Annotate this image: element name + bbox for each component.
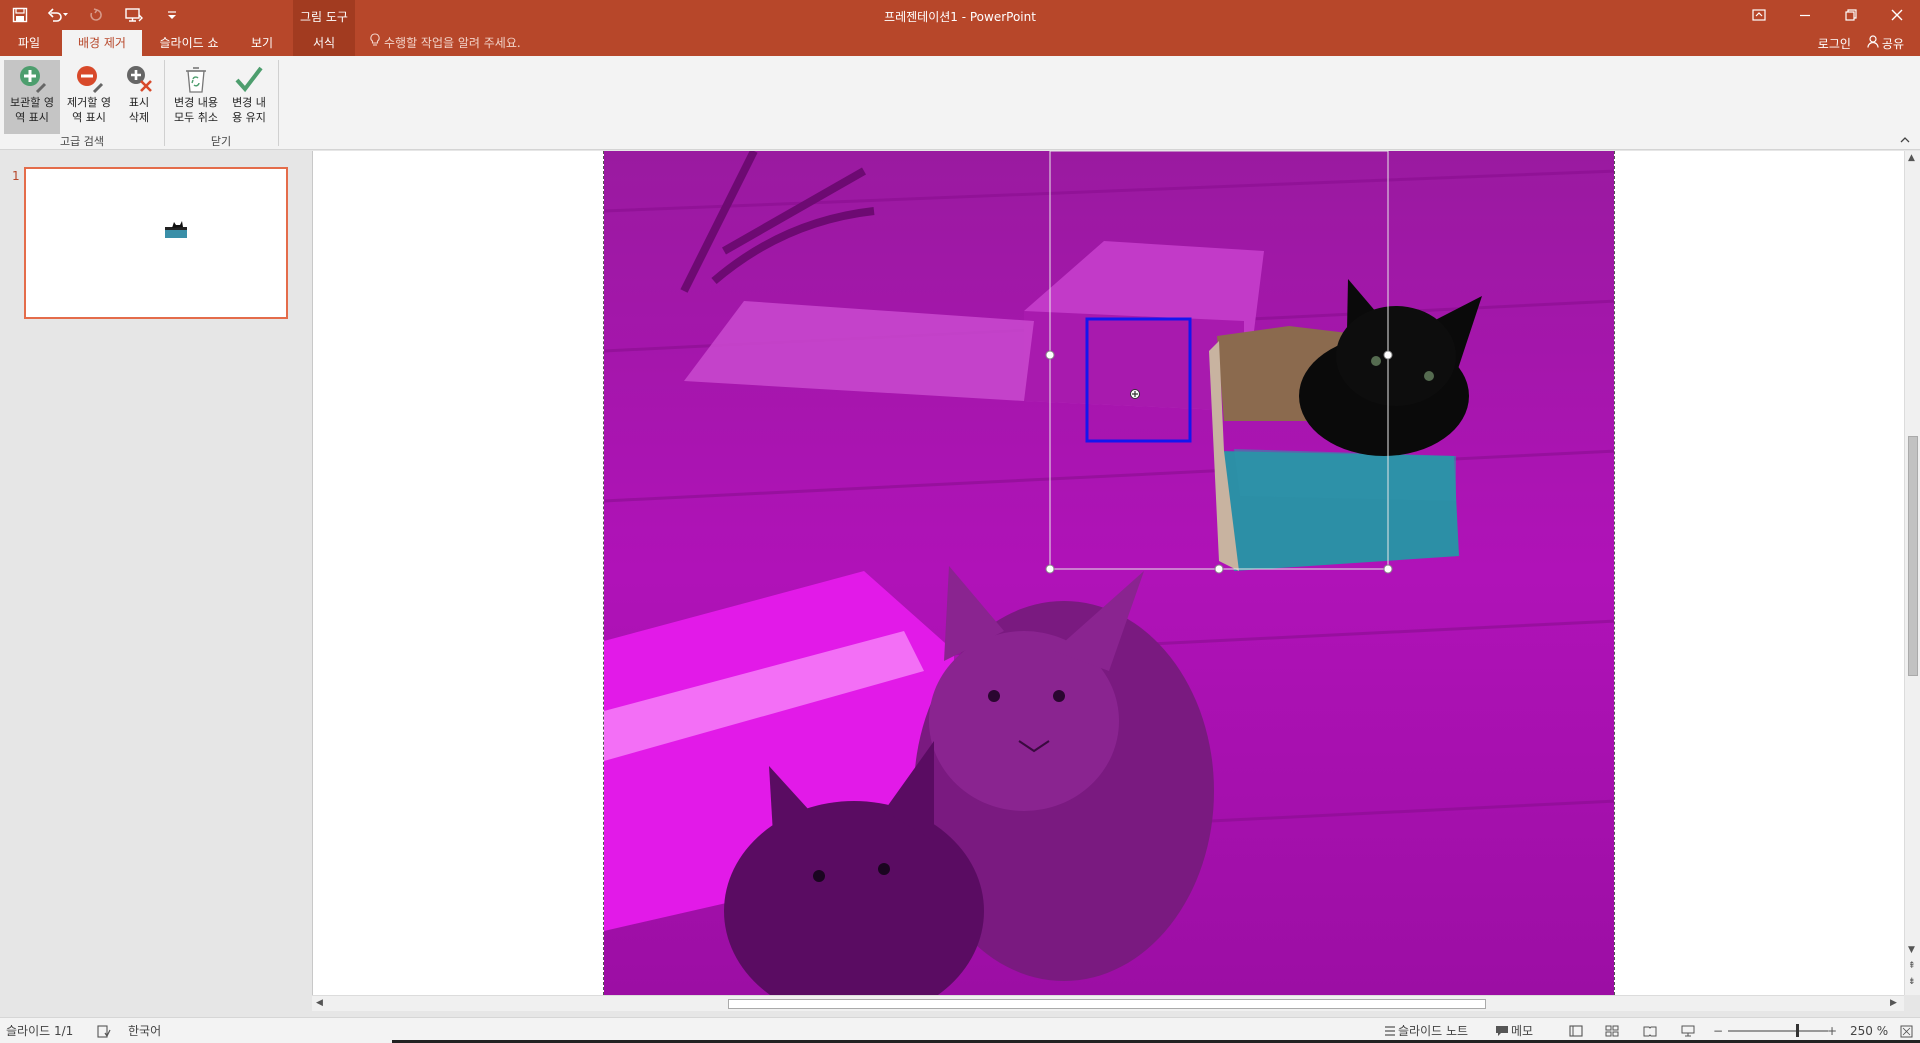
discard-all-changes-button[interactable]: 변경 내용 모두 취소 xyxy=(168,60,224,134)
label-line-1: 변경 내용 xyxy=(174,96,218,109)
scroll-left-icon[interactable]: ◀ xyxy=(316,998,323,1008)
checkmark-icon xyxy=(233,63,265,95)
slide-number: 1 xyxy=(12,169,20,183)
scroll-up-icon[interactable]: ▲ xyxy=(1908,153,1915,163)
cats-photo xyxy=(604,151,1614,995)
undo-icon[interactable] xyxy=(46,3,70,27)
mark-areas-to-keep-button[interactable]: 보관할 영 역 표시 xyxy=(4,60,60,134)
scroll-right-icon[interactable]: ▶ xyxy=(1890,998,1897,1008)
picture-tools-label: 그림 도구 xyxy=(300,10,348,24)
previous-slide-icon[interactable]: ⇞ xyxy=(1908,961,1916,971)
comments-button[interactable]: 메모 xyxy=(1511,1023,1533,1039)
collapse-ribbon-icon[interactable] xyxy=(1900,134,1910,147)
ribbon: 보관할 영 역 표시 제거할 영 역 표시 표시 삭제 고급 검색 변경 내용 … xyxy=(0,56,1920,150)
window-controls xyxy=(1736,0,1920,30)
zoom-in-icon[interactable]: + xyxy=(1824,1023,1840,1039)
fit-slide-to-window-icon[interactable] xyxy=(1898,1023,1914,1039)
scroll-down-icon[interactable]: ▼ xyxy=(1908,945,1915,955)
tab-file[interactable]: 파일 xyxy=(8,30,50,56)
normal-view-icon[interactable] xyxy=(1568,1023,1584,1039)
login-link[interactable]: 로그인 xyxy=(1818,35,1851,52)
delete-mark-button[interactable]: 표시 삭제 xyxy=(118,60,160,134)
slide-editor xyxy=(312,151,1904,995)
horizontal-scroll-thumb[interactable] xyxy=(728,999,1486,1009)
close-icon[interactable] xyxy=(1874,0,1920,30)
ribbon-tabs: 파일 배경 제거 슬라이드 쇼 보기 서식 수행할 작업을 알려 주세요. 로그… xyxy=(0,30,1920,56)
label-line-2: 삭제 xyxy=(128,111,150,124)
start-from-beginning-icon[interactable] xyxy=(122,3,146,27)
zoom-slider-knob[interactable] xyxy=(1796,1024,1799,1037)
label-line-1: 보관할 영 xyxy=(10,96,54,109)
minimize-icon[interactable] xyxy=(1782,0,1828,30)
customize-qat-icon[interactable] xyxy=(160,3,184,27)
powerpoint-window: 프레젠테이션1 - PowerPoint 그림 도구 파일 배경 제거 슬라이드… xyxy=(0,0,1920,1043)
label-line-1: 변경 내 xyxy=(232,96,266,109)
picture-background-removal[interactable] xyxy=(603,151,1615,995)
next-slide-icon[interactable]: ⇟ xyxy=(1908,977,1916,987)
tell-me-box[interactable]: 수행할 작업을 알려 주세요. xyxy=(370,30,521,56)
restore-icon[interactable] xyxy=(1828,0,1874,30)
tab-format[interactable]: 서식 xyxy=(293,30,355,56)
label-line-2: 용 유지 xyxy=(232,111,266,124)
vertical-scrollbar[interactable]: ▲ ▼ ⇞ ⇟ xyxy=(1904,151,1920,995)
title-bar: 프레젠테이션1 - PowerPoint xyxy=(0,0,1920,30)
lightbulb-icon xyxy=(370,30,380,56)
slide-sorter-icon[interactable] xyxy=(1604,1023,1620,1039)
notes-icon xyxy=(1382,1023,1398,1039)
redo-icon[interactable] xyxy=(84,3,108,27)
share-label: 공유 xyxy=(1881,36,1904,51)
reading-view-icon[interactable] xyxy=(1642,1023,1658,1039)
zoom-out-icon[interactable]: − xyxy=(1710,1023,1726,1039)
label-line-1: 제거할 영 xyxy=(67,96,111,109)
recycle-bin-icon xyxy=(180,63,212,95)
label-line-2: 역 표시 xyxy=(15,111,49,124)
zoom-slider[interactable] xyxy=(1728,1030,1828,1032)
minus-icon xyxy=(73,63,105,95)
tab-view[interactable]: 보기 xyxy=(238,30,286,56)
slide-counter[interactable]: 슬라이드 1/1 xyxy=(6,1023,73,1039)
mark-areas-to-remove-button[interactable]: 제거할 영 역 표시 xyxy=(61,60,117,134)
share-button[interactable]: 공유 xyxy=(1867,35,1904,52)
tab-background-removal[interactable]: 배경 제거 xyxy=(62,30,142,56)
keep-changes-button[interactable]: 변경 내 용 유지 xyxy=(224,60,274,134)
label-line-2: 모두 취소 xyxy=(174,111,218,124)
slideshow-view-icon[interactable] xyxy=(1680,1023,1696,1039)
delete-mark-icon xyxy=(123,63,155,95)
slide-thumbnail[interactable] xyxy=(24,167,288,319)
group-label-close: 닫기 xyxy=(210,135,232,148)
quick-access-toolbar xyxy=(8,0,184,30)
group-separator xyxy=(278,60,279,146)
account-area: 로그인 공유 xyxy=(1818,30,1904,56)
notes-button[interactable]: 슬라이드 노트 xyxy=(1398,1023,1468,1039)
group-separator xyxy=(164,60,165,146)
vertical-scroll-thumb[interactable] xyxy=(1908,436,1918,676)
horizontal-scrollbar[interactable]: ◀ ▶ xyxy=(312,995,1904,1011)
thumbnail-cat-image xyxy=(165,221,187,238)
tab-slide-show[interactable]: 슬라이드 쇼 xyxy=(150,30,228,56)
language-indicator[interactable]: 한국어 xyxy=(128,1023,161,1039)
label-line-2: 역 표시 xyxy=(72,111,106,124)
zoom-level[interactable]: 250 % xyxy=(1850,1023,1888,1039)
save-icon[interactable] xyxy=(8,3,32,27)
person-icon xyxy=(1867,35,1879,51)
ribbon-display-options-icon[interactable] xyxy=(1736,0,1782,30)
comments-icon xyxy=(1494,1023,1510,1039)
spelling-check-icon[interactable] xyxy=(96,1023,112,1039)
plus-icon xyxy=(16,63,48,95)
slide-thumbnail-pane: 1 xyxy=(0,151,310,1017)
label-line-1: 표시 xyxy=(128,96,150,109)
window-title: 프레젠테이션1 - PowerPoint xyxy=(884,10,1036,24)
group-label-refine: 고급 검색 xyxy=(60,135,104,148)
tell-me-placeholder: 수행할 작업을 알려 주세요. xyxy=(384,36,521,50)
